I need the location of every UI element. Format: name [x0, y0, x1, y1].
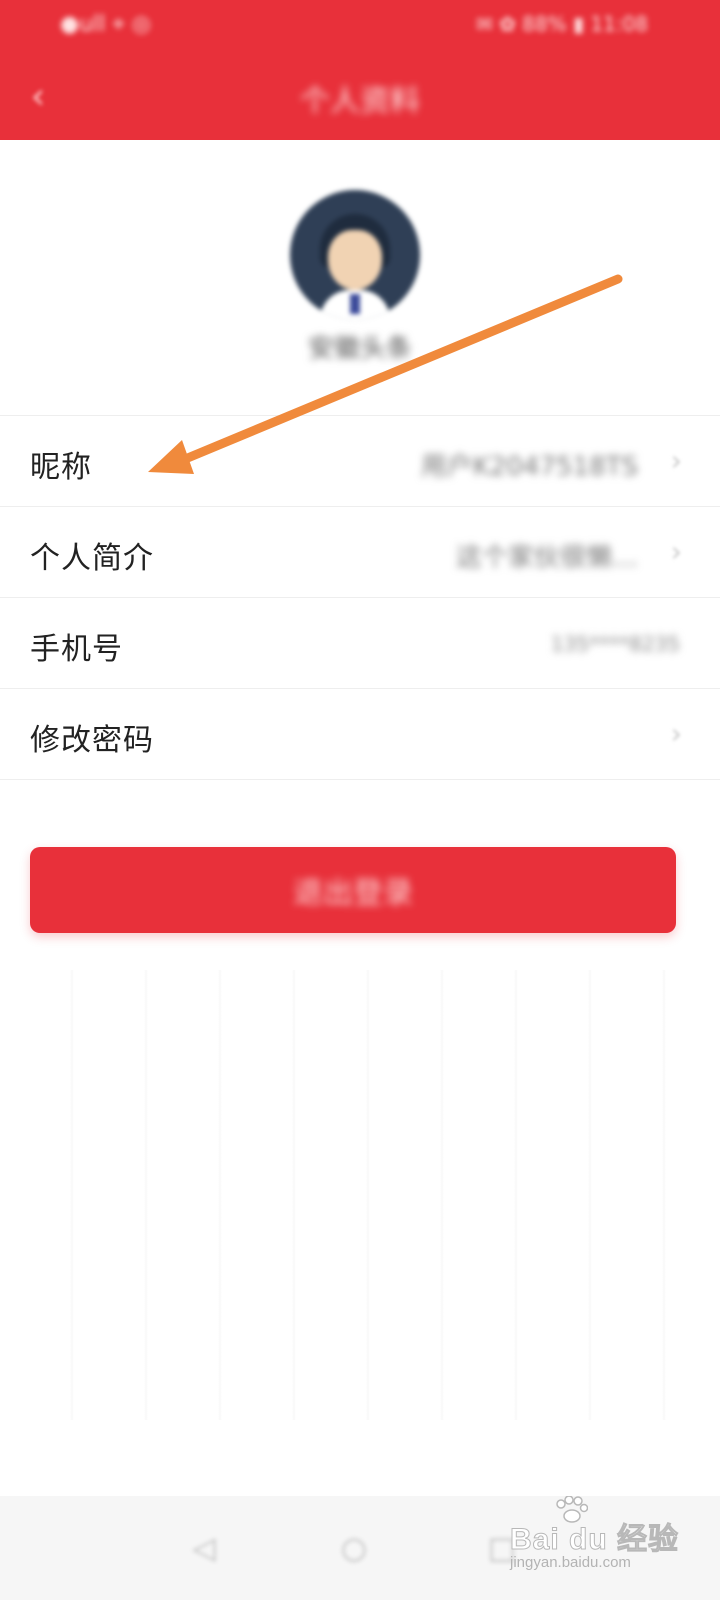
row-label: 手机号: [30, 632, 123, 667]
home-circle-icon: ○: [340, 1530, 368, 1566]
avatar[interactable]: [290, 190, 420, 320]
empty-content-area: [0, 970, 720, 1420]
settings-row-phone[interactable]: 手机号 135****8235: [0, 598, 720, 689]
logout-label: 退出登录: [293, 877, 413, 910]
avatar-tie: [350, 294, 360, 314]
status-left: ●ull ⌖ ◎: [60, 10, 151, 38]
system-nav-bar: ◁ ○ □ Bai du 经验 jingyan.baidu.com: [0, 1496, 720, 1600]
settings-list: 昵称 用户K2047518TS › 个人简介 这个家伙很懒… › 手机号 135…: [0, 415, 720, 780]
settings-row-password[interactable]: 修改密码 ›: [0, 689, 720, 780]
system-back-button[interactable]: ◁: [182, 1526, 226, 1570]
watermark-main: Bai du 经验: [509, 1523, 680, 1557]
settings-row-nickname[interactable]: 昵称 用户K2047518TS ›: [0, 416, 720, 507]
page-title: 个人资料: [300, 84, 420, 119]
app-header: ●ull ⌖ ◎ ✉ ✿ 88% ▮ 11:08 ‹ 个人资料: [0, 0, 720, 140]
profile-name: 安徽头条: [307, 334, 412, 364]
settings-row-bio[interactable]: 个人简介 这个家伙很懒… ›: [0, 507, 720, 598]
row-label: 修改密码: [30, 723, 154, 758]
signal-icon: ●ull ⌖ ◎: [60, 11, 151, 37]
status-right: ✉ ✿ 88% ▮ 11:08: [476, 10, 648, 38]
watermark-sub: jingyan.baidu.com: [510, 1554, 631, 1571]
row-label: 昵称: [30, 450, 92, 485]
back-triangle-icon: ◁: [192, 1530, 216, 1566]
row-label: 个人简介: [30, 541, 154, 576]
watermark: Bai du 经验 jingyan.baidu.com: [509, 1496, 700, 1582]
profile-area: 安徽头条: [0, 150, 720, 415]
row-value: 这个家伙很懒…: [455, 543, 638, 573]
logout-button[interactable]: 退出登录: [30, 847, 676, 933]
chevron-right-icon: ›: [670, 717, 682, 750]
system-home-button[interactable]: ○: [332, 1526, 376, 1570]
status-bar: ●ull ⌖ ◎ ✉ ✿ 88% ▮ 11:08: [0, 0, 720, 48]
avatar-face: [328, 230, 382, 290]
battery-icon: ✉ ✿ 88% ▮ 11:08: [475, 12, 648, 36]
nav-bar: ‹ 个人资料: [0, 60, 720, 132]
chevron-right-icon: ›: [670, 535, 682, 568]
row-value: 135****8235: [550, 632, 680, 656]
row-value: 用户K2047518TS: [420, 452, 638, 482]
chevron-right-icon: ›: [670, 444, 682, 477]
